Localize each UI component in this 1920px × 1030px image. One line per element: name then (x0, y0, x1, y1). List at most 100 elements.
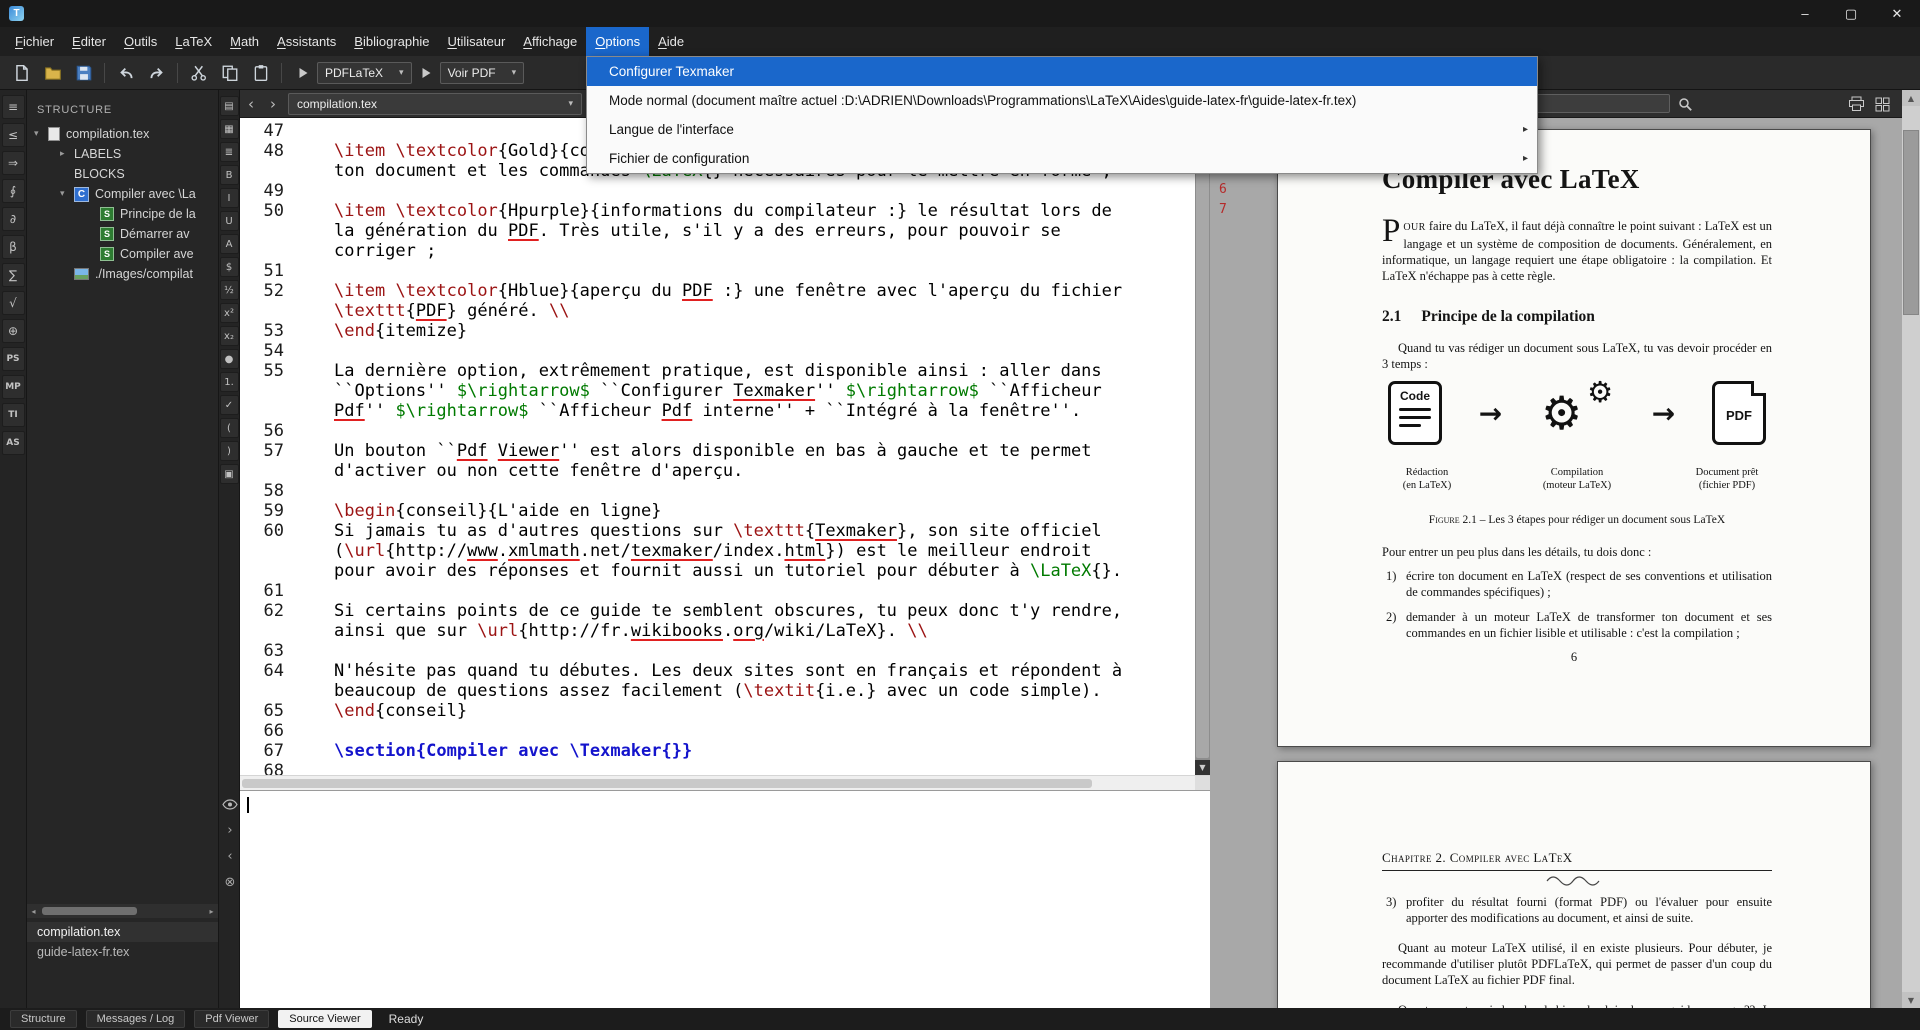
open-file-compilation-tex[interactable]: compilation.tex (27, 922, 218, 942)
tree-item-principe-de-la[interactable]: SPrincipe de la (27, 204, 218, 224)
most-used-symbols-icon[interactable]: ∑ (2, 263, 25, 287)
pdf-search-input[interactable] (1520, 94, 1670, 113)
scrollbar-thumb[interactable] (1903, 130, 1919, 315)
menu-math[interactable]: Math (221, 27, 268, 56)
pstricks-commands-icon[interactable]: PS (2, 347, 25, 371)
subscript-icon[interactable]: x₂ (220, 326, 239, 346)
check-icon[interactable]: ✓ (220, 395, 239, 415)
statusbar-source-viewer[interactable]: Source Viewer (278, 1010, 371, 1028)
run-view-button[interactable] (415, 62, 437, 84)
scrollbar-thumb[interactable] (42, 907, 137, 915)
menu-affichage[interactable]: Affichage (514, 27, 586, 56)
toggle-log-icon[interactable] (221, 796, 239, 812)
insert-table-icon[interactable]: ▦ (220, 119, 239, 139)
menu-bibliographie[interactable]: Bibliographie (345, 27, 438, 56)
user-tags-icon[interactable]: ⊕ (2, 319, 25, 343)
enumerate-icon[interactable]: 1. (220, 372, 239, 392)
menu-item-langue-de-l-interface[interactable]: Langue de l'interface▸ (587, 115, 1537, 144)
menu-outils[interactable]: Outils (115, 27, 166, 56)
next-document-button[interactable]: › (262, 95, 284, 113)
search-icon[interactable] (1675, 95, 1695, 113)
asymptote-commands-icon[interactable]: AS (2, 431, 25, 455)
tree-expand-icon[interactable]: ▸ (60, 149, 74, 159)
tree-item-images-compilat[interactable]: ./Images/compilat (27, 264, 218, 284)
run-compile-button[interactable] (292, 62, 314, 84)
pdf-page-link[interactable]: 7 (1219, 200, 1227, 220)
tree-item-labels[interactable]: ▸LABELS (27, 144, 218, 164)
editor-scrollbar-vertical[interactable]: ▲ ▼ (1195, 118, 1210, 775)
picture-icon[interactable]: ▣ (220, 464, 239, 484)
greek-symbols-icon[interactable]: β (2, 235, 25, 259)
menu-latex[interactable]: LaTeX (166, 27, 221, 56)
structure-scrollbar-horizontal[interactable]: ◂ ▸ (27, 904, 218, 918)
scroll-down-icon[interactable]: ▼ (1195, 760, 1210, 775)
tree-expand-icon[interactable]: ▾ (60, 189, 74, 199)
editor-scrollbar-horizontal[interactable] (240, 775, 1210, 790)
previous-document-button[interactable]: ‹ (240, 95, 262, 113)
scroll-left-icon[interactable]: ◂ (27, 907, 40, 916)
compiler-select[interactable]: PDFLaTeX ▾ (317, 62, 412, 84)
menu-item-fichier-de-configuration[interactable]: Fichier de configuration▸ (587, 144, 1537, 173)
previous-item-icon[interactable]: ‹ (221, 848, 239, 864)
menu-item-mode-normal-document-ma-tre-actuel-d-adr[interactable]: Mode normal (document maître actuel :D:\… (587, 86, 1537, 115)
menu-item-configurer-texmaker[interactable]: Configurer Texmaker (587, 57, 1537, 86)
tikz-commands-icon[interactable]: TI (2, 403, 25, 427)
close-button[interactable]: ✕ (1874, 0, 1920, 27)
cut-icon[interactable] (185, 60, 212, 86)
tree-item-compilation-tex[interactable]: ▾compilation.tex (27, 124, 218, 144)
statusbar-pdf-viewer[interactable]: Pdf Viewer (194, 1010, 269, 1028)
underline-icon[interactable]: U (220, 211, 239, 231)
open-folder-icon[interactable] (39, 60, 66, 86)
tree-item-compiler-avec-la[interactable]: ▾CCompiler avec \La (27, 184, 218, 204)
log-area[interactable] (240, 790, 1210, 1008)
math-mode-icon[interactable]: $ (220, 257, 239, 277)
pdf-page-link[interactable]: 6 (1219, 180, 1227, 200)
maximize-button[interactable]: ▢ (1828, 0, 1874, 27)
font-size-icon[interactable]: A (220, 234, 239, 254)
tree-item-d-marrer-av[interactable]: SDémarrer av (27, 224, 218, 244)
menu-editer[interactable]: Editer (63, 27, 115, 56)
next-item-icon[interactable]: › (221, 822, 239, 838)
scroll-up-icon[interactable]: ▲ (1902, 90, 1920, 106)
scrollbar-thumb[interactable] (242, 779, 1092, 788)
structure-view-icon[interactable]: ≡ (2, 95, 25, 119)
delimiter-symbols-icon[interactable]: ∂ (2, 207, 25, 231)
favourite-symbols-icon[interactable]: √ (2, 291, 25, 315)
italic-icon[interactable]: I (220, 188, 239, 208)
statusbar-messages-log[interactable]: Messages / Log (86, 1010, 186, 1028)
fraction-icon[interactable]: ½ (220, 280, 239, 300)
close-log-icon[interactable]: ⊗ (221, 874, 239, 890)
document-selector[interactable]: compilation.tex ▾ (288, 93, 582, 115)
itemize-icon[interactable]: ● (220, 349, 239, 369)
scroll-down-icon[interactable]: ▼ (1902, 992, 1920, 1008)
copy-icon[interactable] (216, 60, 243, 86)
view-select[interactable]: Voir PDF ▾ (440, 62, 525, 84)
left-delimiter-icon[interactable]: ( (220, 418, 239, 438)
redo-icon[interactable] (143, 60, 170, 86)
new-file-icon[interactable] (8, 60, 35, 86)
statusbar-structure[interactable]: Structure (10, 1010, 77, 1028)
scrollbar-track[interactable] (40, 904, 205, 918)
menu-assistants[interactable]: Assistants (268, 27, 345, 56)
menu-aide[interactable]: Aide (649, 27, 693, 56)
scroll-right-icon[interactable]: ▸ (205, 907, 218, 916)
save-icon[interactable] (70, 60, 97, 86)
tree-item-compiler-ave[interactable]: SCompiler ave (27, 244, 218, 264)
menu-options[interactable]: Options (586, 27, 649, 56)
insert-array-icon[interactable]: ≣ (220, 142, 239, 162)
menu-utilisateur[interactable]: Utilisateur (438, 27, 514, 56)
pdf-scrollbar-vertical[interactable]: ▲ ▼ (1902, 90, 1920, 1008)
tree-expand-icon[interactable]: ▾ (34, 129, 48, 139)
metapost-commands-icon[interactable]: MP (2, 375, 25, 399)
print-icon[interactable] (1846, 95, 1866, 113)
right-delimiter-icon[interactable]: ) (220, 441, 239, 461)
superscript-icon[interactable]: x² (220, 303, 239, 323)
misc-math-symbols-icon[interactable]: ∮ (2, 179, 25, 203)
bold-icon[interactable]: B (220, 165, 239, 185)
arrow-symbols-icon[interactable]: ⇒ (2, 151, 25, 175)
relation-symbols-icon[interactable]: ≤ (2, 123, 25, 147)
minimize-button[interactable]: – (1782, 0, 1828, 27)
paste-icon[interactable] (247, 60, 274, 86)
code-editor[interactable]: 4748\item \textcolor{Gold}{code source :… (240, 118, 1195, 775)
page-layout-icon[interactable] (1872, 95, 1892, 113)
